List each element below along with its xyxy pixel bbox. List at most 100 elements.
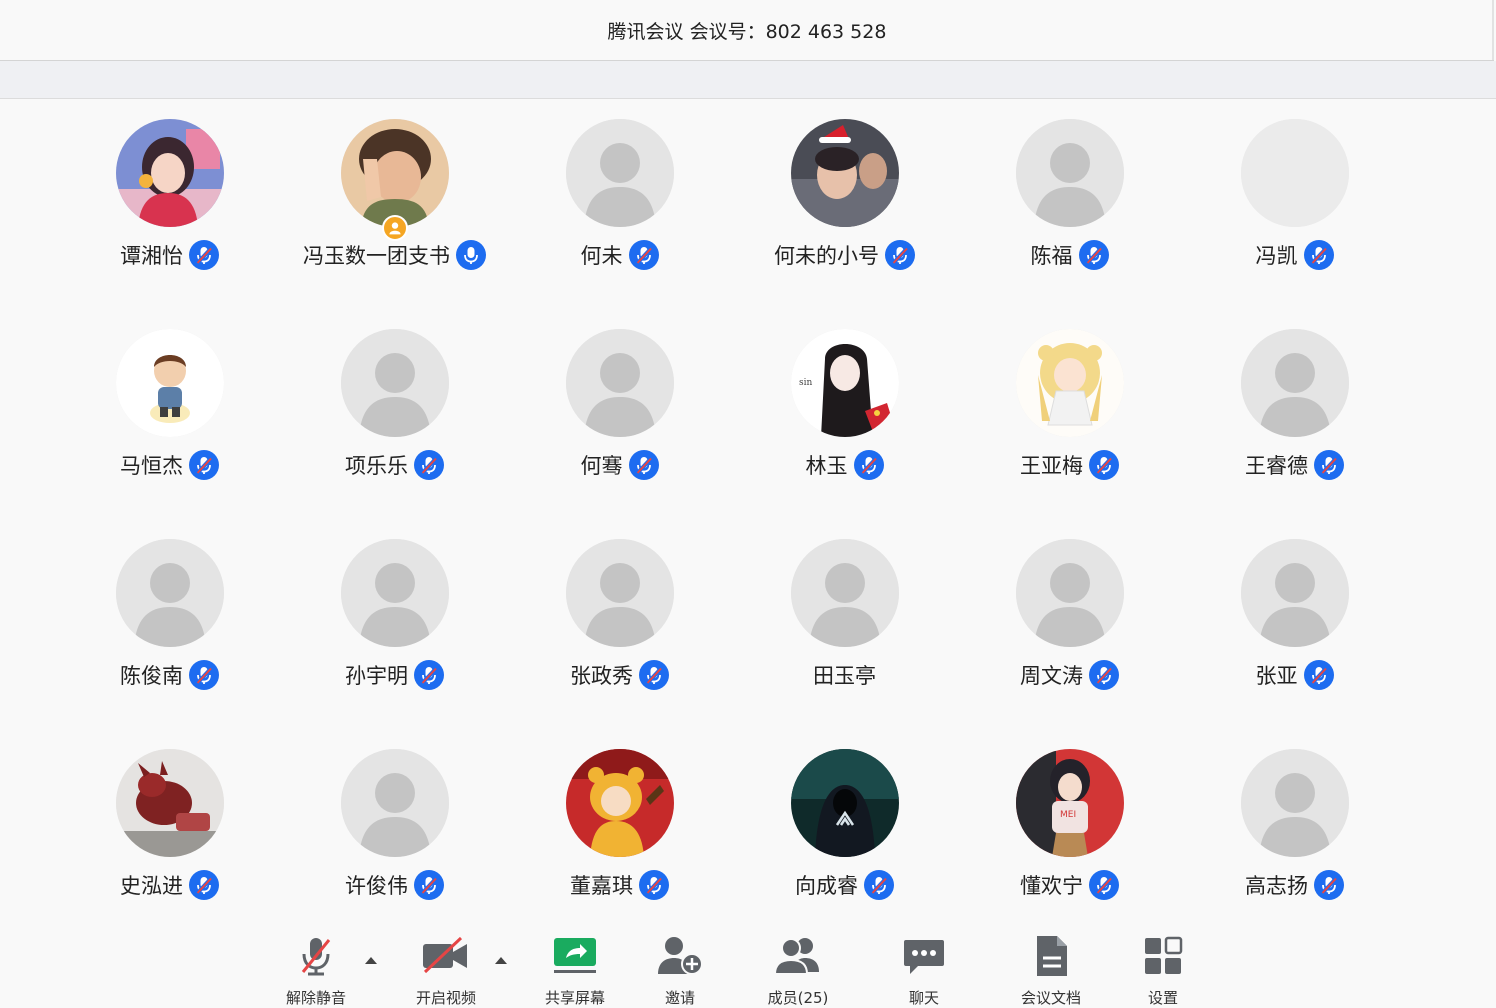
participant-name: 张政秀	[570, 664, 633, 688]
participant-grid: 谭湘怡 冯玉数一团支书 何未 何未的小号 陈福 冯凯 马恒杰 项乐乐 何骞 si…	[0, 99, 1496, 929]
participant-name-row: 许俊伟	[282, 869, 507, 901]
participant-name-row: 田玉亭	[732, 659, 957, 691]
participant-tile[interactable]: 史泓进	[57, 729, 282, 929]
mic-muted-icon	[628, 240, 659, 270]
mic-muted-icon	[414, 870, 444, 900]
mic-muted-icon	[853, 450, 884, 480]
svg-text:MEI: MEI	[1060, 810, 1076, 820]
participant-avatar	[1241, 119, 1349, 227]
participant-name-row: 高志扬	[1182, 869, 1407, 901]
share-screen-button[interactable]: 共享屏幕	[525, 934, 625, 1007]
participant-tile[interactable]: 高志扬	[1182, 729, 1407, 929]
participant-name: 何未的小号	[774, 244, 879, 268]
settings-grid-icon	[1138, 934, 1188, 978]
mic-muted-icon	[1089, 870, 1119, 900]
participant-name-row: 懂欢宁	[957, 869, 1182, 901]
document-icon	[1026, 934, 1076, 978]
participant-avatar	[1016, 329, 1124, 437]
mic-muted-icon	[864, 870, 894, 900]
participant-avatar	[341, 329, 449, 437]
participant-tile[interactable]: 谭湘怡	[57, 99, 282, 299]
participant-tile[interactable]: 冯玉数一团支书	[282, 99, 507, 299]
participant-tile[interactable]: sin 林玉	[732, 309, 957, 509]
participant-tile[interactable]: 王睿德	[1182, 309, 1407, 509]
participant-name: 陈福	[1030, 244, 1073, 268]
mic-muted-icon	[639, 870, 669, 900]
participant-name: 王亚梅	[1020, 454, 1083, 478]
window-title-bar: 腾讯会议 会议号：802 463 528	[0, 0, 1494, 61]
participant-name-row: 周文涛	[957, 659, 1182, 691]
participant-avatar	[116, 539, 224, 647]
meeting-docs-button[interactable]: 会议文档	[1001, 934, 1101, 1007]
share-screen-icon	[550, 934, 600, 978]
invite-icon	[655, 934, 705, 978]
participant-avatar	[1241, 329, 1349, 437]
participant-tile[interactable]: 陈福	[957, 99, 1182, 299]
participant-tile[interactable]: 王亚梅	[957, 309, 1182, 509]
participant-name: 史泓进	[120, 874, 183, 898]
participant-tile[interactable]: 何未的小号	[732, 99, 957, 299]
participant-tile[interactable]: 张亚	[1182, 519, 1407, 719]
participant-tile[interactable]: 许俊伟	[282, 729, 507, 929]
participant-name: 林玉	[805, 454, 848, 478]
participant-tile[interactable]: 田玉亭	[732, 519, 957, 719]
participant-tile[interactable]: 周文涛	[957, 519, 1182, 719]
mic-muted-icon	[1078, 240, 1109, 270]
mic-muted-icon	[189, 450, 219, 480]
participant-tile[interactable]: 向成睿	[732, 729, 957, 929]
participant-tile[interactable]: 何骞	[507, 309, 732, 509]
participant-name-row: 冯凯	[1182, 239, 1407, 271]
unmute-button[interactable]: 解除静音	[266, 934, 366, 1007]
mic-muted-icon	[414, 450, 444, 480]
participant-avatar	[791, 539, 899, 647]
caret-up-icon[interactable]	[364, 950, 378, 964]
participant-name-row: 何未	[507, 239, 732, 271]
participant-avatar	[791, 749, 899, 857]
mic-muted-icon	[885, 240, 915, 270]
start-video-button[interactable]: 开启视频	[396, 934, 496, 1007]
mic-muted-icon	[189, 240, 219, 270]
participant-name-row: 张政秀	[507, 659, 732, 691]
participant-name-row: 何未的小号	[732, 239, 957, 271]
members-button[interactable]: 成员(25)	[748, 934, 848, 1007]
mic-muted-icon	[1303, 660, 1334, 690]
meeting-title: 腾讯会议 会议号：802 463 528	[607, 20, 887, 43]
participant-avatar	[1241, 539, 1349, 647]
participant-avatar	[1016, 119, 1124, 227]
participant-name: 许俊伟	[345, 874, 408, 898]
participant-name-row: 马恒杰	[57, 449, 282, 481]
toolbar-label: 聊天	[908, 989, 939, 1007]
participant-tile[interactable]: MEI 懂欢宁	[957, 729, 1182, 929]
toolbar-label: 会议文档	[1020, 989, 1081, 1007]
participant-tile[interactable]: 何未	[507, 99, 732, 299]
participant-tile[interactable]: 项乐乐	[282, 309, 507, 509]
participant-name: 孙宇明	[345, 664, 408, 688]
participant-name-row: 史泓进	[57, 869, 282, 901]
participant-name-row: 何骞	[507, 449, 732, 481]
caret-up-icon[interactable]	[494, 950, 508, 964]
chat-button[interactable]: 聊天	[874, 934, 974, 1007]
participant-tile[interactable]: 冯凯	[1182, 99, 1407, 299]
participant-name: 董嘉琪	[570, 874, 633, 898]
participant-avatar	[116, 329, 224, 437]
invite-button[interactable]: 邀请	[630, 934, 730, 1007]
participant-avatar	[1241, 749, 1349, 857]
mic-muted-icon	[639, 660, 669, 690]
mic-muted-icon	[1089, 660, 1119, 690]
mic-muted-icon	[1314, 450, 1344, 480]
participant-name: 何骞	[580, 454, 623, 478]
participant-name-row: 林玉	[732, 449, 957, 481]
participant-name-row: 冯玉数一团支书	[282, 239, 507, 271]
settings-button[interactable]: 设置	[1113, 934, 1213, 1007]
participant-tile[interactable]: 马恒杰	[57, 309, 282, 509]
participant-name: 周文涛	[1020, 664, 1083, 688]
participant-name-row: 向成睿	[732, 869, 957, 901]
window-edge	[1492, 0, 1494, 60]
participant-avatar	[791, 119, 899, 227]
participant-tile[interactable]: 陈俊南	[57, 519, 282, 719]
toolbar-label: 解除静音	[285, 989, 346, 1007]
mic-muted-icon	[1314, 870, 1344, 900]
participant-tile[interactable]: 张政秀	[507, 519, 732, 719]
participant-tile[interactable]: 孙宇明	[282, 519, 507, 719]
participant-tile[interactable]: 董嘉琪	[507, 729, 732, 929]
